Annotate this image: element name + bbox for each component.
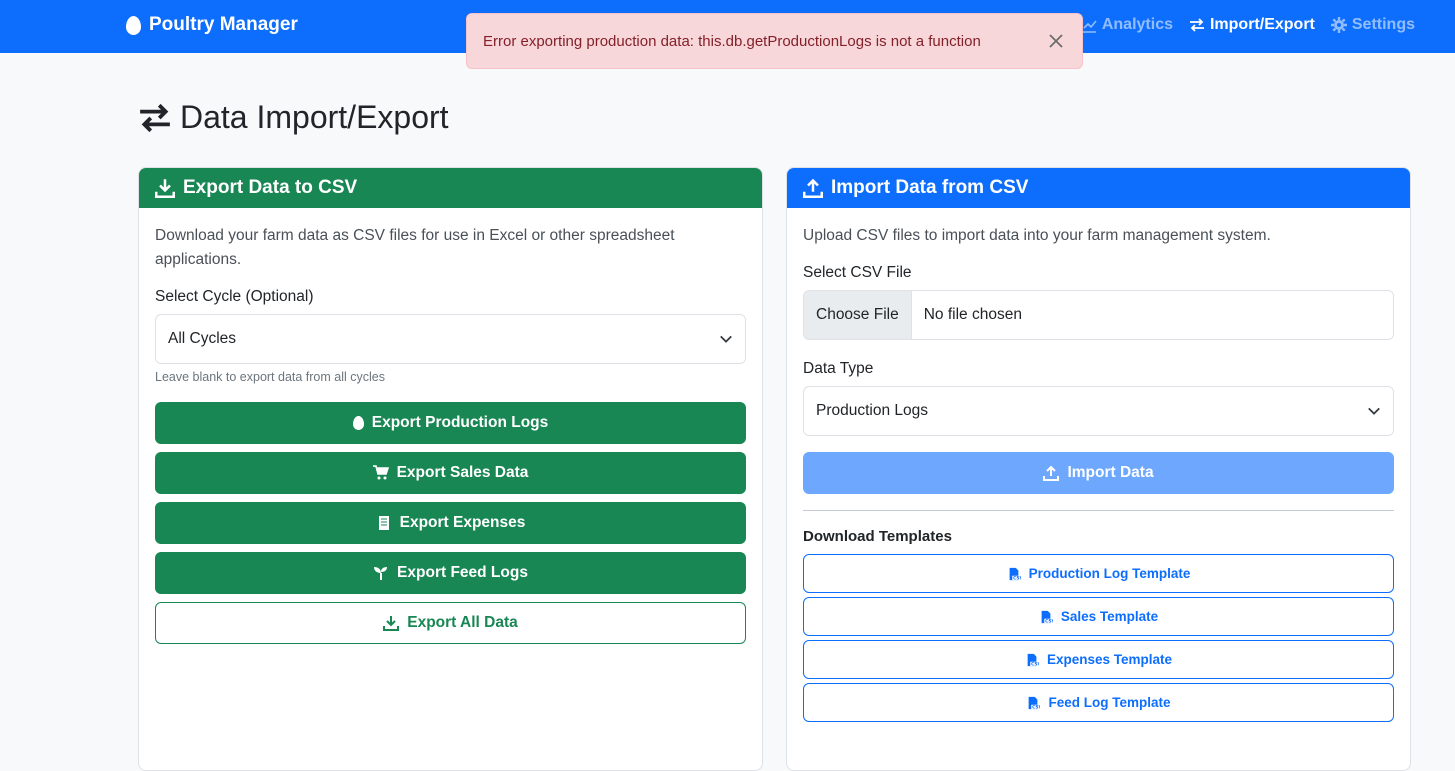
svg-text:CSV: CSV — [1013, 575, 1021, 580]
egg-icon — [126, 15, 141, 35]
export-description: Download your farm data as CSV files for… — [155, 227, 675, 268]
gear-icon — [1330, 17, 1347, 33]
export-card-title: Export Data to CSV — [183, 177, 358, 198]
file-label: Select CSV File — [803, 264, 912, 281]
export-production-button[interactable]: Export Production Logs — [155, 402, 746, 444]
cycle-help-text: Leave blank to export data from all cycl… — [155, 370, 385, 384]
brand-name: Poultry Manager — [149, 14, 298, 35]
download-icon — [155, 179, 175, 198]
page-title-text: Data Import/Export — [180, 99, 449, 135]
expenses-template-button[interactable]: CSV Expenses Template — [803, 640, 1394, 679]
close-icon[interactable] — [1046, 31, 1066, 51]
csv-file-icon: CSV — [1009, 567, 1021, 581]
feed-template-label: Feed Log Template — [1048, 695, 1171, 710]
exchange-icon — [1189, 18, 1204, 32]
import-card: Import Data from CSV Upload CSV files to… — [786, 167, 1411, 771]
download-icon — [383, 616, 400, 631]
choose-file-button[interactable]: Choose File — [804, 291, 912, 339]
export-card: Export Data to CSV Download your farm da… — [138, 167, 763, 771]
page-title: Data Import/Export — [138, 99, 449, 136]
svg-text:CSV: CSV — [1031, 661, 1039, 666]
sales-template-label: Sales Template — [1060, 609, 1159, 624]
file-status: No file chosen — [923, 306, 1022, 323]
exchange-icon — [140, 103, 170, 132]
templates-title: Download Templates — [803, 528, 952, 545]
svg-text:CSV: CSV — [1033, 704, 1041, 709]
import-card-header: Import Data from CSV — [787, 168, 1410, 208]
expenses-template-label: Expenses Template — [1046, 652, 1173, 667]
cycle-label: Select Cycle (Optional) — [155, 288, 314, 305]
data-type-select[interactable]: Production Logs — [803, 386, 1394, 436]
export-all-button[interactable]: Export All Data — [155, 602, 746, 644]
egg-icon — [352, 416, 364, 430]
nav-link-import-export[interactable]: Import/Export — [1189, 16, 1315, 34]
nav-link-label: Import/Export — [1209, 16, 1315, 33]
export-feed-label: Export Feed Logs — [397, 564, 528, 581]
brand[interactable]: Poultry Manager — [126, 14, 298, 36]
export-sales-button[interactable]: Export Sales Data — [155, 452, 746, 494]
csv-file-input[interactable]: Choose File No file chosen — [803, 290, 1394, 340]
seedling-icon — [374, 567, 388, 580]
nav-link-settings[interactable]: Settings — [1330, 16, 1415, 34]
cycle-select[interactable]: All Cycles — [155, 314, 746, 364]
export-expenses-label: Export Expenses — [399, 514, 526, 531]
import-data-button[interactable]: Import Data — [803, 452, 1394, 494]
export-feed-button[interactable]: Export Feed Logs — [155, 552, 746, 594]
import-data-label: Import Data — [1067, 464, 1154, 481]
production-template-button[interactable]: CSV Production Log Template — [803, 554, 1394, 593]
export-expenses-button[interactable]: Export Expenses — [155, 502, 746, 544]
data-type-label: Data Type — [803, 360, 874, 377]
cycle-select-value: All Cycles — [168, 330, 237, 347]
csv-file-icon: CSV — [1041, 610, 1053, 624]
divider — [803, 510, 1394, 511]
nav-links: Analytics Import/Export Settings — [1081, 16, 1415, 34]
production-template-label: Production Log Template — [1028, 566, 1191, 581]
import-description: Upload CSV files to import data into you… — [803, 227, 1271, 244]
upload-icon — [1043, 465, 1060, 481]
sales-template-button[interactable]: CSV Sales Template — [803, 597, 1394, 636]
nav-link-label: Analytics — [1101, 16, 1173, 33]
nav-link-label: Settings — [1351, 16, 1415, 33]
chart-line-icon — [1081, 18, 1097, 33]
export-all-label: Export All Data — [407, 614, 518, 631]
csv-file-icon: CSV — [1029, 696, 1041, 710]
receipt-icon — [378, 516, 389, 530]
svg-text:CSV: CSV — [1045, 618, 1053, 623]
feed-template-button[interactable]: CSV Feed Log Template — [803, 683, 1394, 722]
chevron-down-icon — [1368, 407, 1380, 415]
csv-file-icon: CSV — [1027, 653, 1039, 667]
export-production-label: Export Production Logs — [371, 414, 549, 431]
upload-icon — [803, 178, 823, 198]
chevron-down-icon — [720, 335, 732, 343]
error-message: Error exporting production data: this.db… — [483, 32, 981, 50]
export-sales-label: Export Sales Data — [396, 464, 529, 481]
data-type-value: Production Logs — [816, 402, 929, 419]
error-toast: Error exporting production data: this.db… — [466, 13, 1083, 69]
cart-icon — [372, 465, 389, 480]
import-card-title: Import Data from CSV — [831, 177, 1029, 198]
export-card-header: Export Data to CSV — [139, 168, 762, 208]
nav-link-analytics[interactable]: Analytics — [1081, 16, 1173, 34]
